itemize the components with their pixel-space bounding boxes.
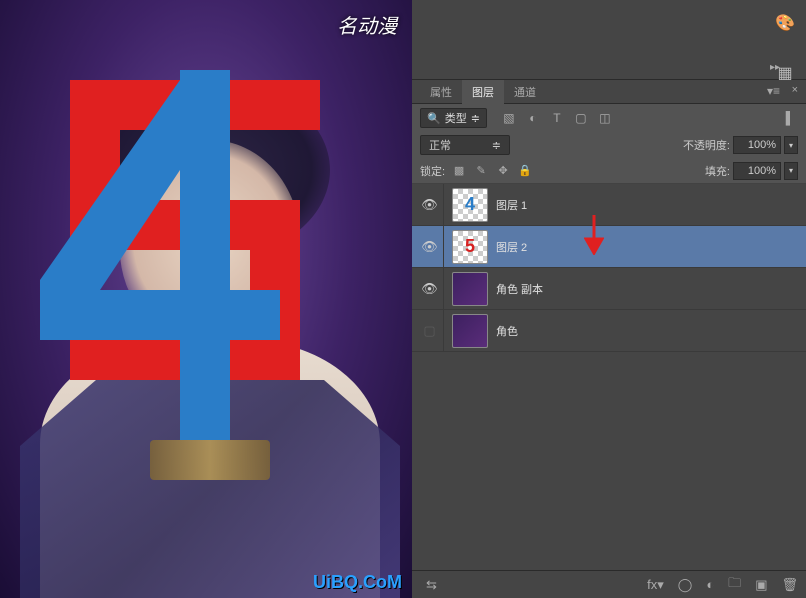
layer-thumbnail[interactable] [452,314,488,348]
filter-type-icon[interactable]: T [549,110,565,126]
color-palette-icon[interactable]: 🎨 [774,12,796,34]
watermark-top: 名动漫 [337,10,397,39]
artwork-gold-trim [150,440,270,480]
layer-row[interactable]: ▢ 角色 [412,310,806,352]
filter-kind-select[interactable]: 🔍 类型 ≑ [420,108,487,128]
panel-tab-bar: 属性 图层 通道 ▾≡ × [412,80,806,104]
layers-list: 👁 4 图层 1 👁 5 图层 2 👁 角色 副本 ▢ 角色 [412,184,806,570]
thumb-mark: 5 [465,236,475,257]
chevron-down-icon: ≑ [492,139,501,152]
layer-mask-icon[interactable]: ◯ [678,577,693,593]
lock-fill-row: 锁定: ▩ ✎ ✥ 🔒 填充: 100% ▾ [412,158,806,184]
filter-adjustment-icon[interactable]: ◐ [525,110,541,126]
layer-row[interactable]: 👁 4 图层 1 [412,184,806,226]
tab-properties[interactable]: 属性 [420,80,462,104]
lock-all-icon[interactable]: 🔒 [517,163,533,179]
panel-menu-icon[interactable]: ▾≡ [767,84,780,98]
panel-close-icon[interactable]: × [792,84,798,96]
layer-filter-row: 🔍 类型 ≑ ▧ ◐ T ▢ ◫ ▌ [412,104,806,132]
tab-layers[interactable]: 图层 [462,80,504,104]
watermark-bottom: UiBQ.CoM [313,572,402,593]
link-layers-icon[interactable]: ⇆ [426,577,437,593]
layer-name-label[interactable]: 角色 [496,323,518,339]
artwork-armor [20,380,400,598]
lock-transparency-icon[interactable]: ▩ [451,163,467,179]
new-layer-icon[interactable]: ▣ [755,577,767,593]
layer-name-label[interactable]: 图层 1 [496,197,527,213]
filter-shape-icon[interactable]: ▢ [573,110,589,126]
tab-channels[interactable]: 通道 [504,80,546,104]
lock-brush-icon[interactable]: ✎ [473,163,489,179]
lock-position-icon[interactable]: ✥ [495,163,511,179]
panel-collapse-icon[interactable]: ▸▸ [770,62,780,73]
filter-pixel-icon[interactable]: ▧ [501,110,517,126]
blend-opacity-row: 正常 ≑ 不透明度: 100% ▾ [412,132,806,158]
blend-mode-select[interactable]: 正常 ≑ [420,135,510,155]
opacity-input[interactable]: 100% [733,136,781,154]
layer-group-icon[interactable]: 🗀 [728,574,741,596]
layer-row[interactable]: 👁 角色 副本 [412,268,806,310]
layer-thumbnail[interactable] [452,272,488,306]
lock-label: 锁定: [420,163,445,179]
layers-footer: ⇆ fx▾ ◯ ◐ 🗀 ▣ 🗑 [412,570,806,598]
opacity-flyout-icon[interactable]: ▾ [784,136,798,154]
fill-label: 填充: [705,163,730,179]
adjustment-layer-icon[interactable]: ◐ [706,577,714,592]
artwork-face [120,140,300,340]
filter-smart-icon[interactable]: ◫ [597,110,613,126]
visibility-eye-icon[interactable]: ▢ [423,323,435,339]
visibility-eye-icon[interactable]: 👁 [421,197,438,213]
fill-flyout-icon[interactable]: ▾ [784,162,798,180]
filter-toggle-switch[interactable]: ▌ [782,110,798,126]
opacity-label: 不透明度: [683,137,730,153]
filter-kind-label: 类型 [445,110,467,126]
blend-mode-value: 正常 [429,137,451,153]
chevron-down-icon: ≑ [471,112,480,125]
layer-name-label[interactable]: 角色 副本 [496,281,543,297]
delete-layer-icon[interactable]: 🗑 [781,577,798,593]
layer-name-label[interactable]: 图层 2 [496,239,527,255]
layer-thumbnail[interactable]: 4 [452,188,488,222]
thumb-mark: 4 [465,194,475,215]
collapsed-panel-area: 🎨 ▦ [412,0,806,80]
search-icon: 🔍 [427,112,441,125]
layer-fx-icon[interactable]: fx▾ [647,577,664,593]
canvas-viewport[interactable]: 名动漫 UiBQ.CoM [0,0,412,598]
fill-input[interactable]: 100% [733,162,781,180]
layer-thumbnail[interactable]: 5 [452,230,488,264]
layer-row[interactable]: 👁 5 图层 2 [412,226,806,268]
visibility-eye-icon[interactable]: 👁 [421,239,438,255]
visibility-eye-icon[interactable]: 👁 [421,281,438,297]
